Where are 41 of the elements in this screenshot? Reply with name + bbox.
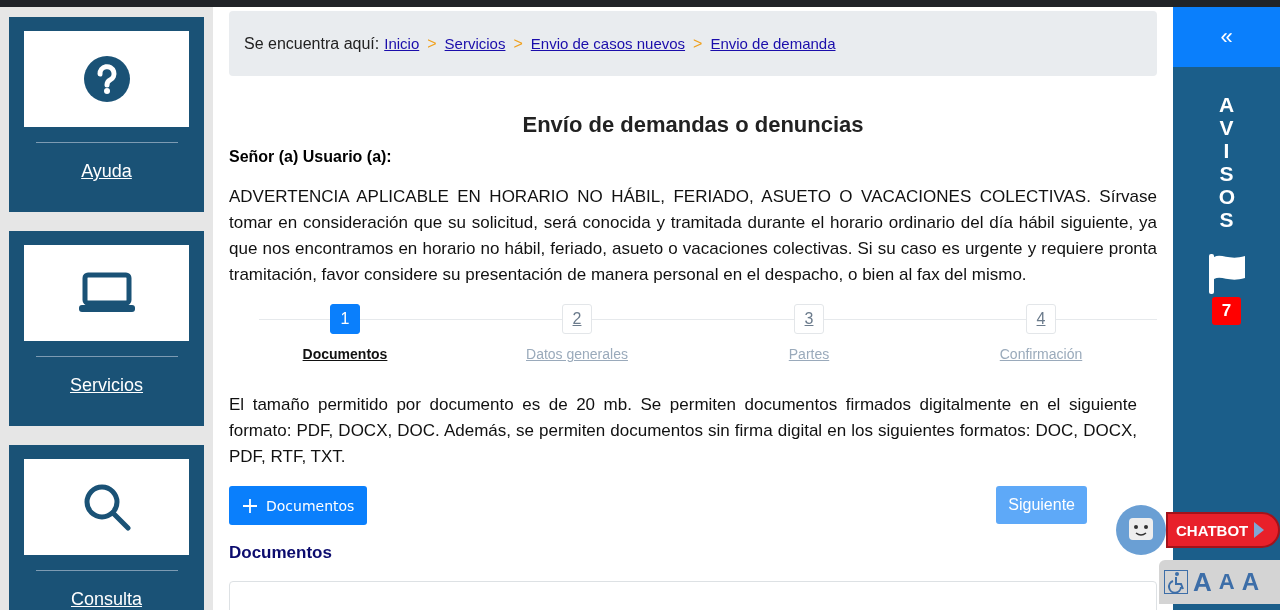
- plus-icon: [242, 497, 258, 514]
- wheelchair-icon[interactable]: [1164, 570, 1188, 594]
- chatbot-button[interactable]: CHATBOT: [1166, 512, 1280, 548]
- font-size-button[interactable]: A: [1239, 568, 1261, 596]
- step-number[interactable]: 2: [562, 304, 592, 334]
- flag-icon[interactable]: [1206, 251, 1247, 294]
- step-label[interactable]: Partes: [788, 346, 830, 362]
- add-documents-button[interactable]: Documentos: [229, 486, 368, 525]
- sidebar-link[interactable]: Ayuda: [81, 161, 132, 182]
- search-icon: [82, 483, 131, 531]
- sidebar-link[interactable]: Servicios: [70, 375, 143, 396]
- step-number[interactable]: 4: [1026, 304, 1056, 334]
- help-icon: [82, 55, 131, 103]
- collapse-button[interactable]: «: [1173, 7, 1280, 67]
- step-number[interactable]: 1: [330, 304, 360, 334]
- breadcrumb-separator: >: [427, 34, 437, 53]
- font-size-button[interactable]: A: [1191, 566, 1214, 598]
- breadcrumb-link[interactable]: Servicios: [444, 35, 506, 52]
- font-size-button[interactable]: A: [1216, 569, 1237, 595]
- play-arrow-icon: [1254, 522, 1265, 538]
- notices-title: AVISOS: [1218, 93, 1235, 232]
- robot-avatar-icon[interactable]: [1116, 505, 1166, 555]
- breadcrumb-prefix: Se encuentra aquí:: [244, 34, 380, 53]
- notices-count-badge: 7: [1211, 296, 1242, 325]
- documents-heading: Documentos: [229, 543, 333, 563]
- step-label[interactable]: Documentos: [302, 346, 388, 362]
- breadcrumb-link[interactable]: Inicio: [384, 35, 420, 52]
- sidebar-link[interactable]: Consulta: [70, 589, 142, 610]
- breadcrumb-link[interactable]: Envio de demanda: [710, 35, 836, 52]
- breadcrumb-link[interactable]: Envio de casos nuevos: [530, 35, 686, 52]
- step-label[interactable]: Confirmación: [999, 346, 1083, 362]
- info-text: El tamaño permitido por documento es de 20 mb. Se permiten documentos firmados digitalmente en el siguiente formato: PDF, DOCX, DOC. Además, se permiten documentos sin firma digital en los siguientes formatos: DOC, DOCX, PDF, RTF, TXT.: [229, 394, 1138, 468]
- next-button[interactable]: Siguiente: [996, 486, 1087, 524]
- breadcrumb-separator: >: [513, 34, 523, 53]
- breadcrumb-separator: >: [693, 34, 703, 53]
- greeting-text: Señor (a) Usuario (a):: [229, 148, 393, 166]
- page-title: Envío de demandas o denuncias: [521, 112, 865, 138]
- laptop-icon: [77, 272, 136, 314]
- step-number[interactable]: 3: [794, 304, 824, 334]
- step-label[interactable]: Datos generales: [526, 346, 628, 362]
- warning-text: ADVERTENCIA APLICABLE EN HORARIO NO HÁBIL, FERIADO, ASUETO O VACACIONES COLECTIVAS. Sírvase tomar en consideración que su solicitud, será conocida y tramitada durante el horario ordinario del día hábil siguiente, ya que nos encontramos en horario no hábil, feriado, asueto o vacaciones colectivas. Si su caso es urgente y requiere pronta tramitación, favor considere su presentación de manera personal en el despacho, o bien al fax del mismo.: [229, 186, 1157, 286]
